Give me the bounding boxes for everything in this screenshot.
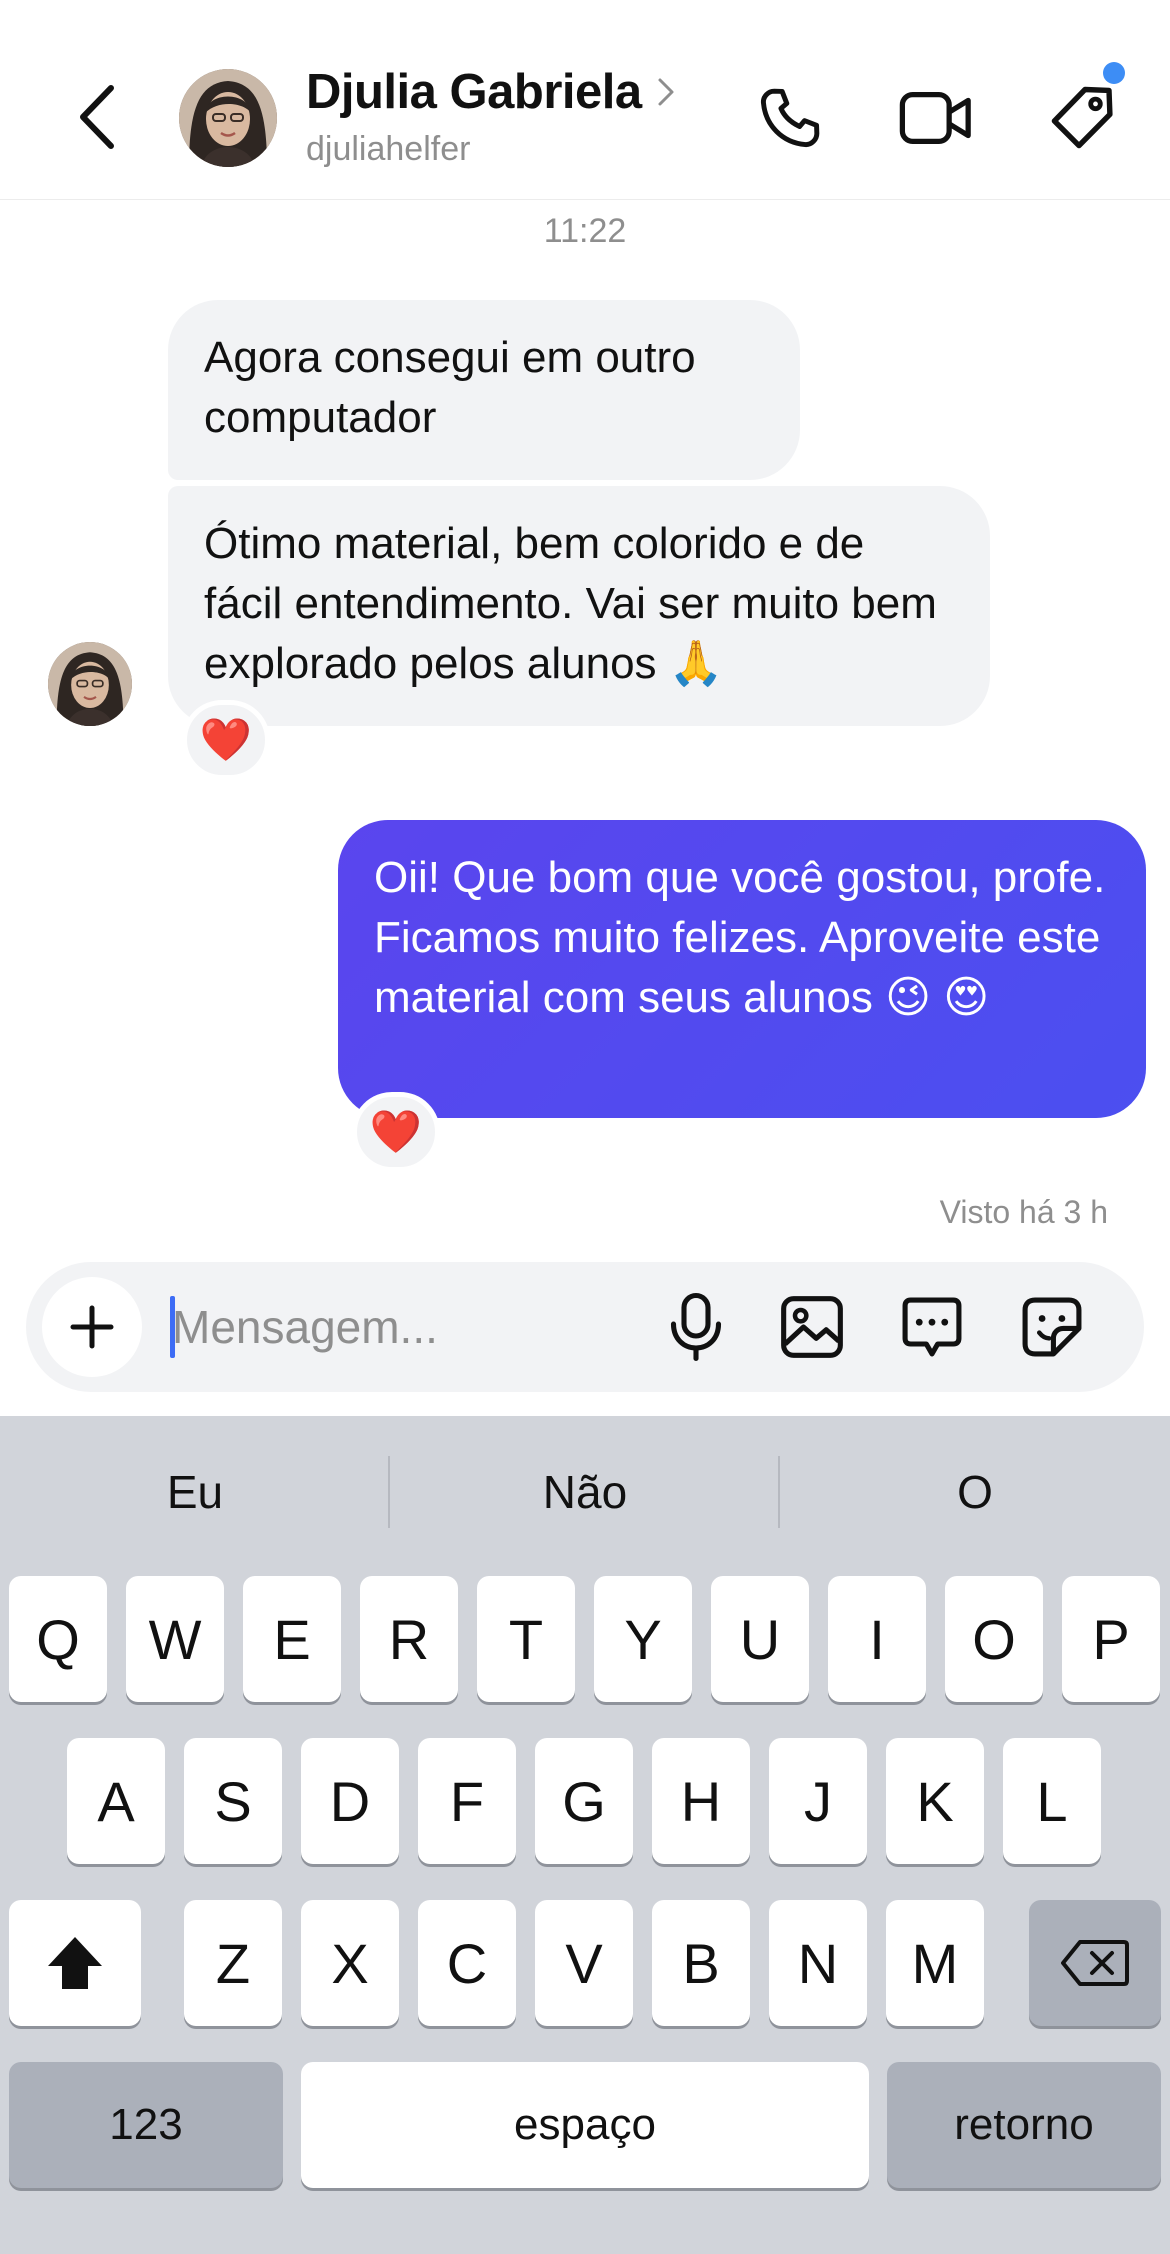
image-icon — [781, 1296, 843, 1358]
suggestion-bar: Eu Não O — [0, 1416, 1170, 1568]
key-q[interactable]: Q — [9, 1576, 107, 1702]
message-text: Oii! Que bom que você gostou, profe. Fic… — [374, 853, 1106, 1022]
key-m[interactable]: M — [886, 1900, 984, 2026]
shift-key[interactable] — [9, 1900, 141, 2026]
key-g[interactable]: G — [535, 1738, 633, 1864]
key-k[interactable]: K — [886, 1738, 984, 1864]
back-chevron-icon — [80, 85, 114, 149]
contact-handle: djuliahelfer — [306, 130, 471, 168]
suggestion-item[interactable]: Não — [390, 1416, 780, 1568]
backspace-icon — [1061, 1940, 1129, 1986]
heart-icon: ❤️ — [199, 715, 253, 764]
contact-name: Djulia Gabriela — [306, 65, 642, 119]
key-i[interactable]: I — [828, 1576, 926, 1702]
key-v[interactable]: V — [535, 1900, 633, 2026]
contact-avatar-small[interactable] — [48, 642, 132, 726]
key-s[interactable]: S — [184, 1738, 282, 1864]
key-j[interactable]: J — [769, 1738, 867, 1864]
key-u[interactable]: U — [711, 1576, 809, 1702]
message-input[interactable] — [172, 1290, 652, 1364]
video-call-button[interactable] — [892, 74, 980, 162]
phone-icon — [760, 88, 820, 148]
message-text: Ótimo material, bem colorido e de fácil … — [204, 519, 937, 688]
on-screen-keyboard: Eu Não O Q W E R T Y U I O P A S D F G H… — [0, 1416, 1170, 2254]
key-y[interactable]: Y — [594, 1576, 692, 1702]
message-timestamp: 11:22 — [543, 212, 627, 250]
outgoing-message[interactable]: Oii! Que bom que você gostou, profe. Fic… — [338, 820, 1146, 1118]
quick-replies-button[interactable] — [888, 1283, 976, 1371]
key-l[interactable]: L — [1003, 1738, 1101, 1864]
message-composer — [26, 1262, 1144, 1392]
suggestion-item[interactable]: Eu — [0, 1416, 390, 1568]
voice-message-button[interactable] — [652, 1283, 740, 1371]
contact-avatar[interactable] — [179, 69, 277, 167]
incoming-message[interactable]: Ótimo material, bem colorido e de fácil … — [168, 486, 990, 726]
key-d[interactable]: D — [301, 1738, 399, 1864]
heart-reaction[interactable]: ❤️ — [182, 700, 270, 780]
key-h[interactable]: H — [652, 1738, 750, 1864]
key-o[interactable]: O — [945, 1576, 1043, 1702]
add-attachment-button[interactable] — [42, 1277, 142, 1377]
heart-reaction[interactable]: ❤️ — [352, 1092, 440, 1172]
video-camera-icon — [899, 91, 971, 145]
shift-arrow-icon — [48, 1937, 102, 1989]
plus-icon — [70, 1305, 114, 1349]
key-a[interactable]: A — [67, 1738, 165, 1864]
tag-button[interactable] — [1038, 74, 1126, 162]
sticker-icon — [1022, 1297, 1082, 1357]
notification-dot — [1103, 62, 1125, 84]
suggestion-item[interactable]: O — [780, 1416, 1170, 1568]
key-t[interactable]: T — [477, 1576, 575, 1702]
return-key[interactable]: retorno — [887, 2062, 1161, 2188]
key-b[interactable]: B — [652, 1900, 750, 2026]
incoming-message[interactable]: Agora consegui em outro computador — [168, 300, 800, 480]
key-c[interactable]: C — [418, 1900, 516, 2026]
contact-name-link[interactable]: Djulia Gabriela — [306, 64, 678, 120]
key-w[interactable]: W — [126, 1576, 224, 1702]
seen-status: Visto há 3 h — [939, 1194, 1108, 1230]
chevron-right-icon — [658, 78, 674, 106]
tag-icon — [1051, 86, 1113, 149]
key-f[interactable]: F — [418, 1738, 516, 1864]
chat-header: Djulia Gabriela djuliahelfer — [0, 0, 1170, 200]
key-e[interactable]: E — [243, 1576, 341, 1702]
backspace-key[interactable] — [1029, 1900, 1161, 2026]
heart-icon: ❤️ — [369, 1107, 423, 1156]
space-key[interactable]: espaço — [301, 2062, 869, 2188]
back-button[interactable] — [62, 72, 132, 162]
key-n[interactable]: N — [769, 1900, 867, 2026]
chat-bubble-icon — [902, 1297, 962, 1357]
call-button[interactable] — [746, 74, 834, 162]
key-x[interactable]: X — [301, 1900, 399, 2026]
gallery-button[interactable] — [768, 1283, 856, 1371]
sticker-button[interactable] — [1008, 1283, 1096, 1371]
microphone-icon — [670, 1292, 722, 1362]
message-text: Agora consegui em outro computador — [204, 333, 696, 442]
key-r[interactable]: R — [360, 1576, 458, 1702]
numbers-key[interactable]: 123 — [9, 2062, 283, 2188]
key-p[interactable]: P — [1062, 1576, 1160, 1702]
key-z[interactable]: Z — [184, 1900, 282, 2026]
